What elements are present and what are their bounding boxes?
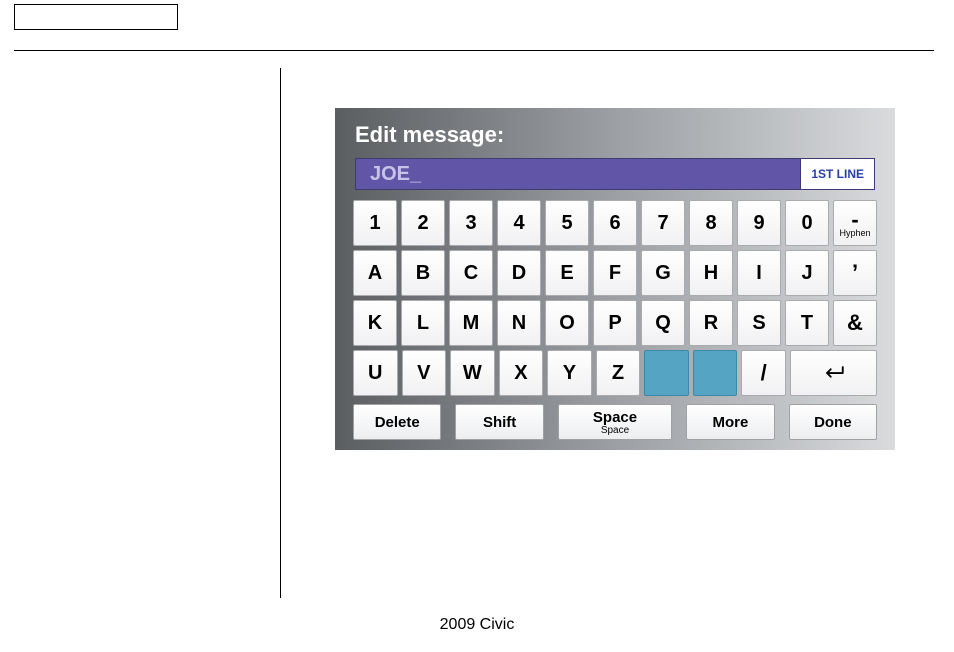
key-6[interactable]: 6: [593, 200, 637, 246]
key-I[interactable]: I: [737, 250, 781, 296]
key-apostrophe[interactable]: ’: [833, 250, 877, 296]
key-W[interactable]: W: [450, 350, 495, 396]
keyboard-row: KLMNOPQRST&: [353, 300, 877, 346]
top-blank-box: [14, 4, 178, 30]
vertical-rule: [280, 68, 281, 598]
key-P[interactable]: P: [593, 300, 637, 346]
key-enter[interactable]: [790, 350, 877, 396]
key-O[interactable]: O: [545, 300, 589, 346]
input-row: JOE_ 1ST LINE: [347, 158, 883, 190]
enter-icon: [818, 363, 848, 383]
key-V[interactable]: V: [402, 350, 447, 396]
fn-key-label: Done: [814, 414, 852, 431]
fn-space[interactable]: SpaceSpace: [558, 404, 672, 440]
fn-key-label: Delete: [375, 414, 420, 431]
key-ampersand[interactable]: &: [833, 300, 877, 346]
line-indicator-badge[interactable]: 1ST LINE: [801, 158, 875, 190]
key-U[interactable]: U: [353, 350, 398, 396]
key-J[interactable]: J: [785, 250, 829, 296]
key-5[interactable]: 5: [545, 200, 589, 246]
key-X[interactable]: X: [499, 350, 544, 396]
key-0[interactable]: 0: [785, 200, 829, 246]
key-4[interactable]: 4: [497, 200, 541, 246]
key-sublabel: Hyphen: [839, 229, 870, 238]
key-8[interactable]: 8: [689, 200, 733, 246]
key-3[interactable]: 3: [449, 200, 493, 246]
keyboard: 1234567890-HyphenABCDEFGHIJ’KLMNOPQRST&U…: [347, 200, 883, 396]
key-M[interactable]: M: [449, 300, 493, 346]
key-blank-2[interactable]: [693, 350, 738, 396]
key-hyphen[interactable]: -Hyphen: [833, 200, 877, 246]
fn-key-label: Space: [593, 409, 637, 426]
key-K[interactable]: K: [353, 300, 397, 346]
key-E[interactable]: E: [545, 250, 589, 296]
key-T[interactable]: T: [785, 300, 829, 346]
key-C[interactable]: C: [449, 250, 493, 296]
keyboard-row: 1234567890-Hyphen: [353, 200, 877, 246]
fn-key-label: Shift: [483, 414, 516, 431]
key-R[interactable]: R: [689, 300, 733, 346]
key-slash[interactable]: /: [741, 350, 786, 396]
fn-done[interactable]: Done: [789, 404, 877, 440]
key-Q[interactable]: Q: [641, 300, 685, 346]
key-1[interactable]: 1: [353, 200, 397, 246]
keyboard-row: UVWXYZ /: [353, 350, 877, 396]
key-7[interactable]: 7: [641, 200, 685, 246]
fn-shift[interactable]: Shift: [455, 404, 543, 440]
key-H[interactable]: H: [689, 250, 733, 296]
key-G[interactable]: G: [641, 250, 685, 296]
message-input[interactable]: JOE_: [355, 158, 801, 190]
key-L[interactable]: L: [401, 300, 445, 346]
key-B[interactable]: B: [401, 250, 445, 296]
key-Y[interactable]: Y: [547, 350, 592, 396]
screen-title: Edit message:: [347, 118, 883, 158]
page-footer-text: 2009 Civic: [0, 616, 954, 634]
key-Z[interactable]: Z: [596, 350, 641, 396]
fn-more[interactable]: More: [686, 404, 774, 440]
function-key-row: Delete Shift SpaceSpace More Done: [347, 404, 883, 440]
key-2[interactable]: 2: [401, 200, 445, 246]
fn-delete[interactable]: Delete: [353, 404, 441, 440]
key-blank-1[interactable]: [644, 350, 689, 396]
horizontal-rule: [14, 50, 934, 51]
key-A[interactable]: A: [353, 250, 397, 296]
device-screen: Edit message: JOE_ 1ST LINE 1234567890-H…: [335, 108, 895, 450]
key-N[interactable]: N: [497, 300, 541, 346]
key-9[interactable]: 9: [737, 200, 781, 246]
key-S[interactable]: S: [737, 300, 781, 346]
keyboard-row: ABCDEFGHIJ’: [353, 250, 877, 296]
fn-key-sublabel: Space: [601, 425, 629, 436]
fn-key-label: More: [712, 414, 748, 431]
key-D[interactable]: D: [497, 250, 541, 296]
key-F[interactable]: F: [593, 250, 637, 296]
